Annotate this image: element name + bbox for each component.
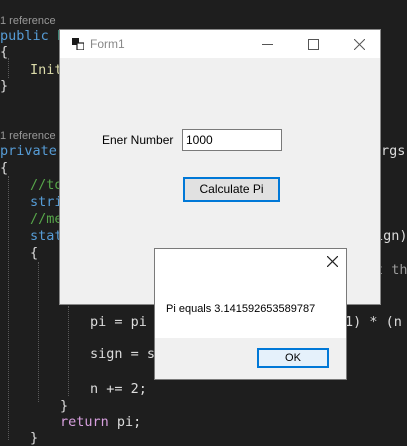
code-line: { — [0, 44, 9, 60]
indent-guide — [8, 176, 9, 440]
code-line: rgs — [381, 143, 406, 159]
number-input[interactable] — [182, 129, 282, 151]
maximize-icon — [307, 39, 319, 50]
code-line: return pi; — [60, 414, 142, 430]
message-box: Pi equals 3.141592653589787 OK — [154, 248, 347, 380]
close-icon — [353, 38, 365, 51]
calculate-pi-button[interactable]: Calculate Pi — [183, 177, 280, 202]
code-line: 1) * (n — [345, 314, 402, 330]
code-line: } — [60, 398, 69, 414]
codelens-reference[interactable]: 1 reference — [0, 15, 56, 27]
number-label: Ener Number — [102, 133, 174, 147]
indent-guide — [68, 306, 69, 396]
code-line: } — [0, 78, 9, 94]
message-text: Pi equals 3.141592653589787 — [166, 303, 316, 315]
codelens-reference[interactable]: 1 reference — [0, 130, 56, 142]
maximize-button[interactable] — [290, 30, 336, 58]
minimize-button[interactable] — [244, 30, 290, 58]
code-line: n += 2; — [90, 381, 147, 397]
indent-guide — [8, 58, 9, 78]
code-line: } — [30, 430, 39, 446]
code-line: stat — [30, 228, 63, 244]
code-line: pi = pi — [90, 314, 147, 330]
code-line: sign = si — [90, 346, 164, 362]
close-button[interactable] — [336, 30, 382, 58]
window-title: Form1 — [90, 37, 125, 51]
code-line: Init — [30, 62, 63, 78]
message-box-footer: OK — [155, 338, 346, 379]
message-box-close-button[interactable] — [324, 255, 340, 271]
indent-guide — [38, 262, 39, 402]
code-comment: //me — [30, 211, 63, 227]
code-line: public F — [0, 28, 65, 44]
minimize-icon — [261, 44, 273, 45]
code-line: { — [0, 160, 9, 176]
ok-button[interactable]: OK — [257, 348, 329, 368]
close-icon — [326, 255, 338, 268]
code-comment: //to — [30, 177, 63, 193]
code-line: { — [30, 245, 39, 261]
form1-titlebar[interactable]: Form1 — [60, 30, 380, 58]
code-line: private — [0, 143, 57, 159]
app-icon — [72, 38, 84, 50]
